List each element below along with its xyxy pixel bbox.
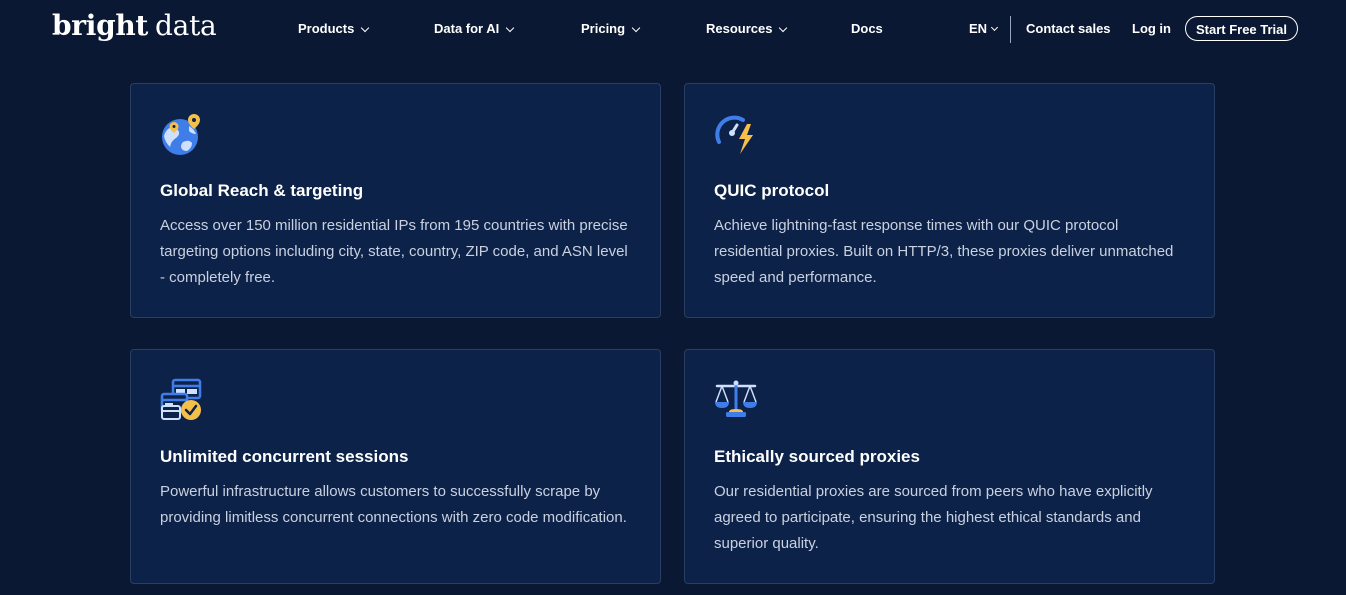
feature-card-global-reach: Global Reach & targeting Access over 150… <box>130 83 661 318</box>
chevron-down-icon <box>779 23 788 32</box>
logo-bright-text: bright <box>52 9 149 42</box>
nav-products[interactable]: Products <box>298 20 370 38</box>
nav-docs-label: Docs <box>851 21 883 36</box>
header-divider <box>1010 16 1011 43</box>
language-selector[interactable]: EN <box>969 20 999 38</box>
feature-description: Our residential proxies are sourced from… <box>714 483 1153 552</box>
feature-card-ethical-proxies: Ethically sourced proxies Our residentia… <box>684 349 1215 584</box>
login-label: Log in <box>1132 21 1171 36</box>
nav-pricing-label: Pricing <box>581 21 626 36</box>
nav-pricing[interactable]: Pricing <box>581 20 641 38</box>
globe-pin-icon <box>159 112 205 158</box>
contact-sales-link[interactable]: Contact sales <box>1026 20 1111 38</box>
feature-title: Global Reach & targeting <box>160 181 364 200</box>
feature-title: Ethically sourced proxies <box>714 447 920 466</box>
login-link[interactable]: Log in <box>1132 20 1171 38</box>
chevron-down-icon <box>631 23 641 32</box>
speedometer-lightning-icon <box>713 112 759 158</box>
chevron-down-icon <box>991 23 999 32</box>
logo-data-text: data <box>155 9 217 42</box>
nav-docs[interactable]: Docs <box>851 20 883 38</box>
contact-sales-label: Contact sales <box>1026 21 1111 36</box>
brand-logo[interactable]: bright data <box>52 6 217 46</box>
feature-description: Powerful infrastructure allows customers… <box>160 483 627 526</box>
nav-resources[interactable]: Resources <box>706 20 788 38</box>
nav-resources-label: Resources <box>706 21 773 36</box>
feature-title: QUIC protocol <box>714 181 830 200</box>
feature-card-unlimited-sessions: Unlimited concurrent sessions Powerful i… <box>130 349 661 584</box>
browser-windows-check-icon <box>159 378 205 424</box>
nav-data-for-ai[interactable]: Data for AI <box>434 20 515 38</box>
start-free-trial-button[interactable]: Start Free Trial <box>1185 16 1298 41</box>
nav-data-for-ai-label: Data for AI <box>434 21 500 36</box>
feature-description: Achieve lightning-fast response times wi… <box>714 217 1174 286</box>
chevron-down-icon <box>506 23 515 32</box>
feature-description: Access over 150 million residential IPs … <box>160 217 628 286</box>
chevron-down-icon <box>361 23 370 32</box>
site-header: bright data Products Data for AI Pricing … <box>0 0 1346 60</box>
feature-title: Unlimited concurrent sessions <box>160 447 409 466</box>
nav-products-label: Products <box>298 21 355 36</box>
language-label: EN <box>969 21 988 36</box>
scales-icon <box>713 378 759 424</box>
feature-card-quic-protocol: QUIC protocol Achieve lightning-fast res… <box>684 83 1215 318</box>
